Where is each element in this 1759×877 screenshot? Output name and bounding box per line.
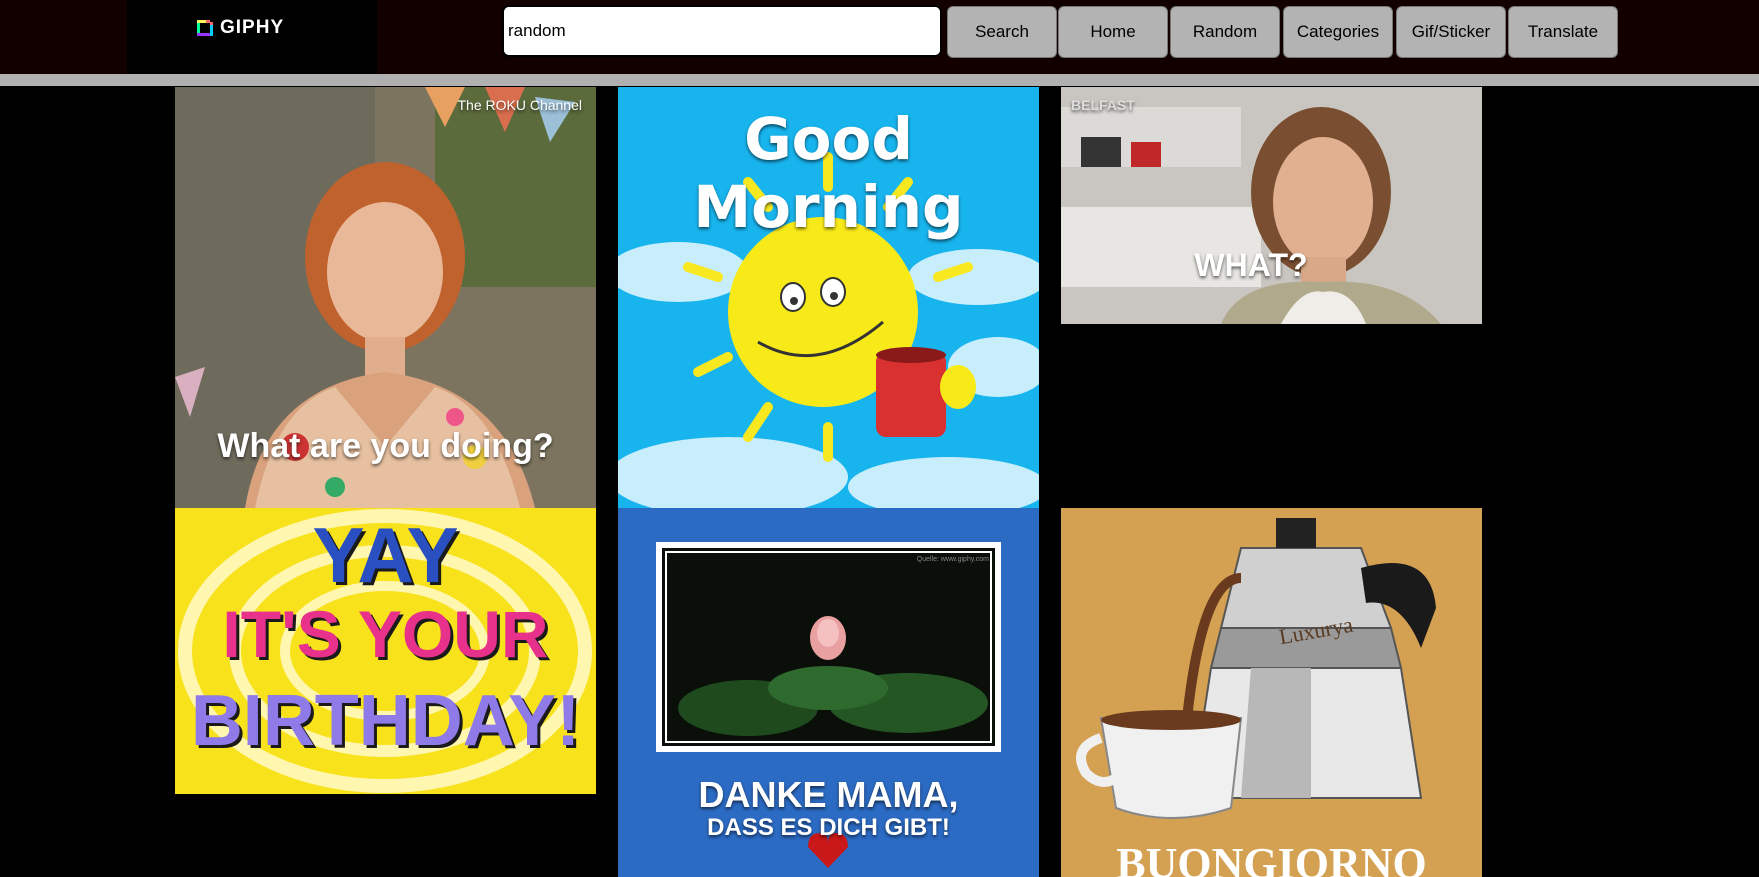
gif-caption-line2: IT'S YOUR	[222, 597, 549, 671]
gif-caption: What are you doing?	[217, 427, 554, 465]
search-input[interactable]	[502, 5, 942, 57]
gif-sticker-button[interactable]: Gif/Sticker	[1396, 6, 1506, 58]
gif-caption: WHAT?	[1194, 247, 1308, 283]
gif-watermark: The ROKU Channel	[457, 97, 582, 113]
home-button[interactable]: Home	[1058, 6, 1168, 58]
gif-caption: Good Morning	[693, 105, 964, 241]
gif-card[interactable]: The ROKU Channel What are you doing?	[175, 87, 596, 508]
logo-text: GIPHY	[220, 17, 285, 38]
gif-caption-line2: DASS ES DICH GIBT!	[707, 814, 950, 841]
gif-caption-line1: DANKE MAMA,	[698, 774, 959, 815]
gif-card[interactable]: YAY IT'S YOUR BIRTHDAY!	[175, 508, 596, 794]
search-button[interactable]: Search	[947, 6, 1057, 58]
header-divider	[0, 74, 1759, 86]
gif-image	[1061, 87, 1482, 324]
random-button[interactable]: Random	[1170, 6, 1280, 58]
gif-card[interactable]: BELFAST WHAT?	[1061, 87, 1482, 324]
gif-caption-line3: BIRTHDAY!	[190, 681, 581, 761]
gif-image	[1061, 508, 1482, 877]
translate-button[interactable]: Translate	[1508, 6, 1618, 58]
gif-source: Quelle: www.giphy.com	[916, 556, 989, 563]
gif-caption-line1: YAY	[312, 511, 459, 599]
giphy-logo[interactable]: GIPHY	[196, 17, 284, 39]
giphy-logo-icon	[196, 19, 214, 37]
gif-card[interactable]: Luxurya BUONGIORNO	[1061, 508, 1482, 877]
gif-caption: BUONGIORNO	[1116, 839, 1427, 877]
gif-card[interactable]: Good Morning	[618, 87, 1039, 508]
categories-button[interactable]: Categories	[1283, 6, 1393, 58]
gif-card[interactable]: Quelle: www.giphy.com DANKE MAMA, DASS E…	[618, 508, 1039, 877]
gif-watermark: BELFAST	[1071, 97, 1135, 113]
